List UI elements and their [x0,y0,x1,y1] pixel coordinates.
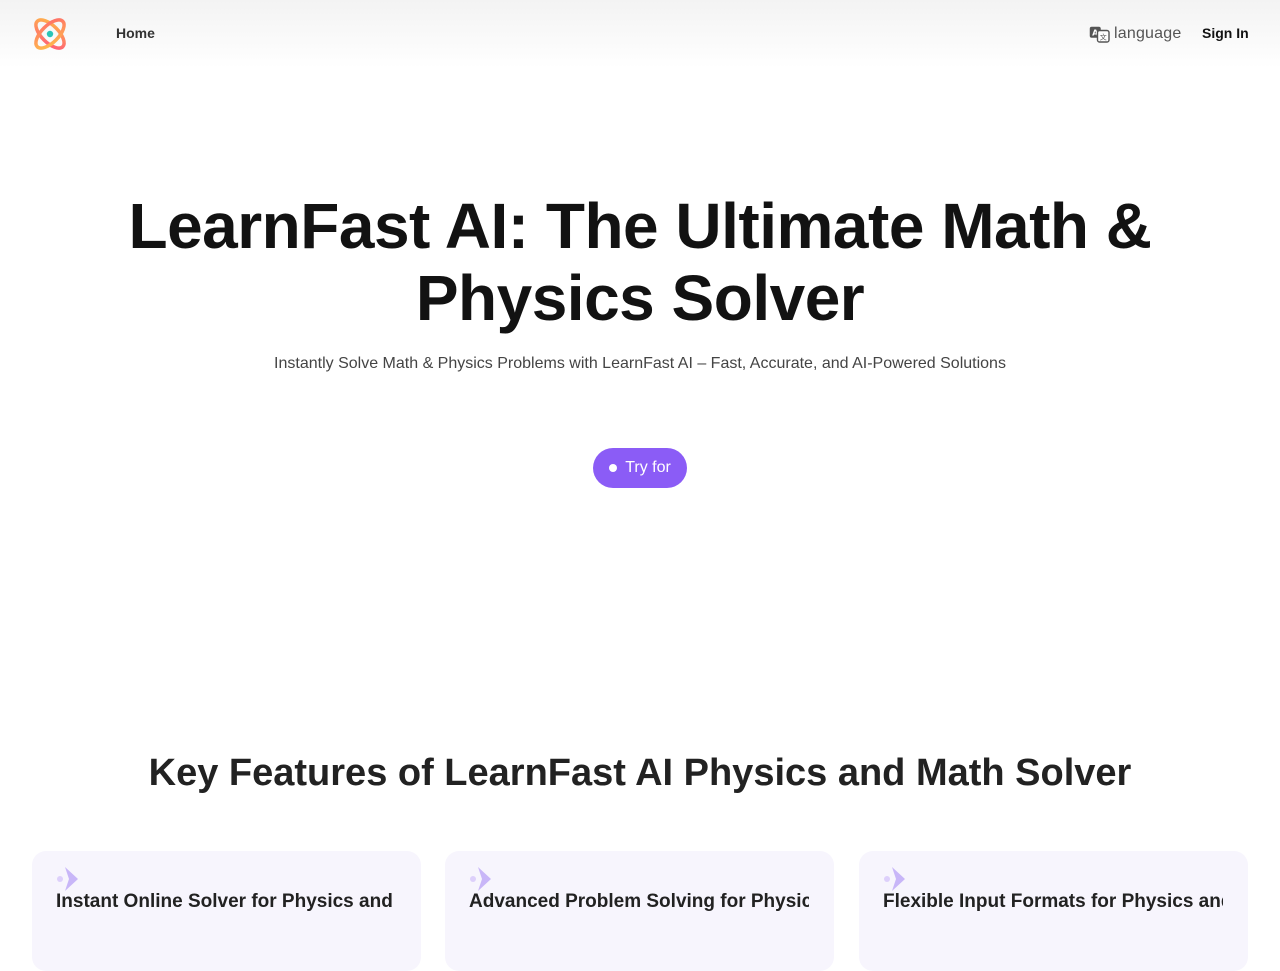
hero-subtitle: Instantly Solve Math & Physics Problems … [274,355,1006,372]
dot-icon [609,464,618,472]
try-for-label: Try for [625,459,671,476]
translate-icon: A 文 [1089,26,1110,43]
hero-title: LearnFast AI: The Ultimate Math & Physic… [128,190,1152,334]
feature-card-title: Flexible Input Formats for Physics and M… [883,891,1223,912]
try-for-button[interactable]: Try for [593,448,687,488]
sign-in-link[interactable]: Sign In [1202,25,1249,41]
nav-home-link[interactable]: Home [116,25,155,41]
sparkle-chevron-icon [469,865,493,893]
feature-card: Instant Online Solver for Physics and Ma… [32,851,421,971]
language-label: language [1114,25,1182,42]
sparkle-chevron-icon [56,865,80,893]
feature-card: Advanced Problem Solving for Physics [445,851,834,971]
feature-card: Flexible Input Formats for Physics and M… [859,851,1248,971]
sparkle-chevron-icon [883,865,907,893]
top-nav: Home A 文 language Sign In [0,0,1280,68]
svg-text:文: 文 [1100,32,1107,41]
features-title: Key Features of LearnFast AI Physics and… [148,752,1132,794]
language-selector[interactable]: A 文 language [1089,24,1181,44]
feature-card-title: Instant Online Solver for Physics and Ma… [56,891,396,912]
feature-card-title: Advanced Problem Solving for Physics [469,891,809,912]
atom-logo-icon[interactable] [30,14,70,54]
